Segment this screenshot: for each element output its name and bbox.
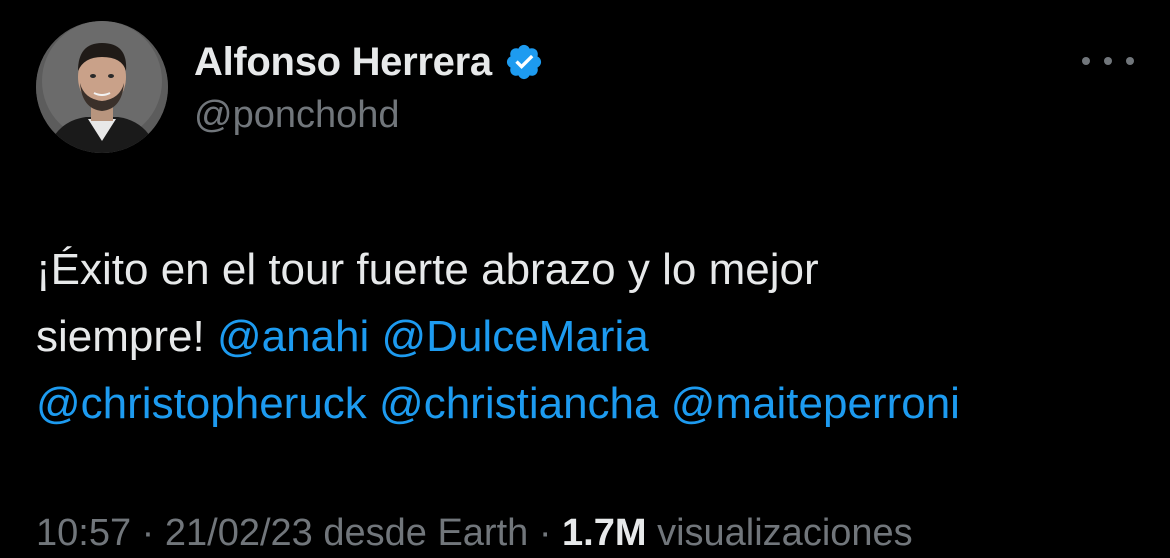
tweet-meta: 10:57 · 21/02/23 desde Earth · 1.7M visu… xyxy=(36,508,913,558)
author-name-row: Alfonso Herrera xyxy=(194,36,544,88)
more-dot xyxy=(1104,57,1112,65)
view-count-label: visualizaciones xyxy=(646,512,913,554)
author-display-name[interactable]: Alfonso Herrera xyxy=(194,40,492,85)
tweet-source: desde Earth · xyxy=(312,512,563,554)
tweet-date[interactable]: 21/02/23 xyxy=(165,512,313,554)
tweet-text-fragment: siempre! xyxy=(36,312,217,361)
mention-link[interactable]: @anahi xyxy=(217,312,369,361)
tweet-text-line-3: @christopheruck @christiancha @maiteperr… xyxy=(36,370,1136,437)
avatar[interactable] xyxy=(36,21,168,153)
mention-link[interactable]: @maiteperroni xyxy=(671,379,960,428)
mention-link[interactable]: @DulceMaria xyxy=(382,312,649,361)
more-dot xyxy=(1126,57,1134,65)
view-count: 1.7M xyxy=(562,512,647,554)
tweet-time[interactable]: 10:57 xyxy=(36,512,131,554)
more-dot xyxy=(1082,57,1090,65)
tweet-text: ¡Éxito en el tour fuerte abrazo y lo mej… xyxy=(36,236,1136,437)
avatar-photo-icon xyxy=(36,21,168,153)
tweet: Alfonso Herrera @ponchohd ¡Éxito en el t… xyxy=(0,0,1170,554)
meta-separator: · xyxy=(131,512,165,554)
mention-link[interactable]: @christopheruck xyxy=(36,379,367,428)
verified-badge-icon[interactable] xyxy=(504,42,544,82)
mention-link[interactable]: @christiancha xyxy=(379,379,658,428)
tweet-text-line-2: siempre! @anahi @DulceMaria xyxy=(36,303,1136,370)
tweet-text-line-1: ¡Éxito en el tour fuerte abrazo y lo mej… xyxy=(36,245,819,294)
author-handle[interactable]: @ponchohd xyxy=(194,94,400,137)
more-options-icon[interactable] xyxy=(1082,48,1134,74)
